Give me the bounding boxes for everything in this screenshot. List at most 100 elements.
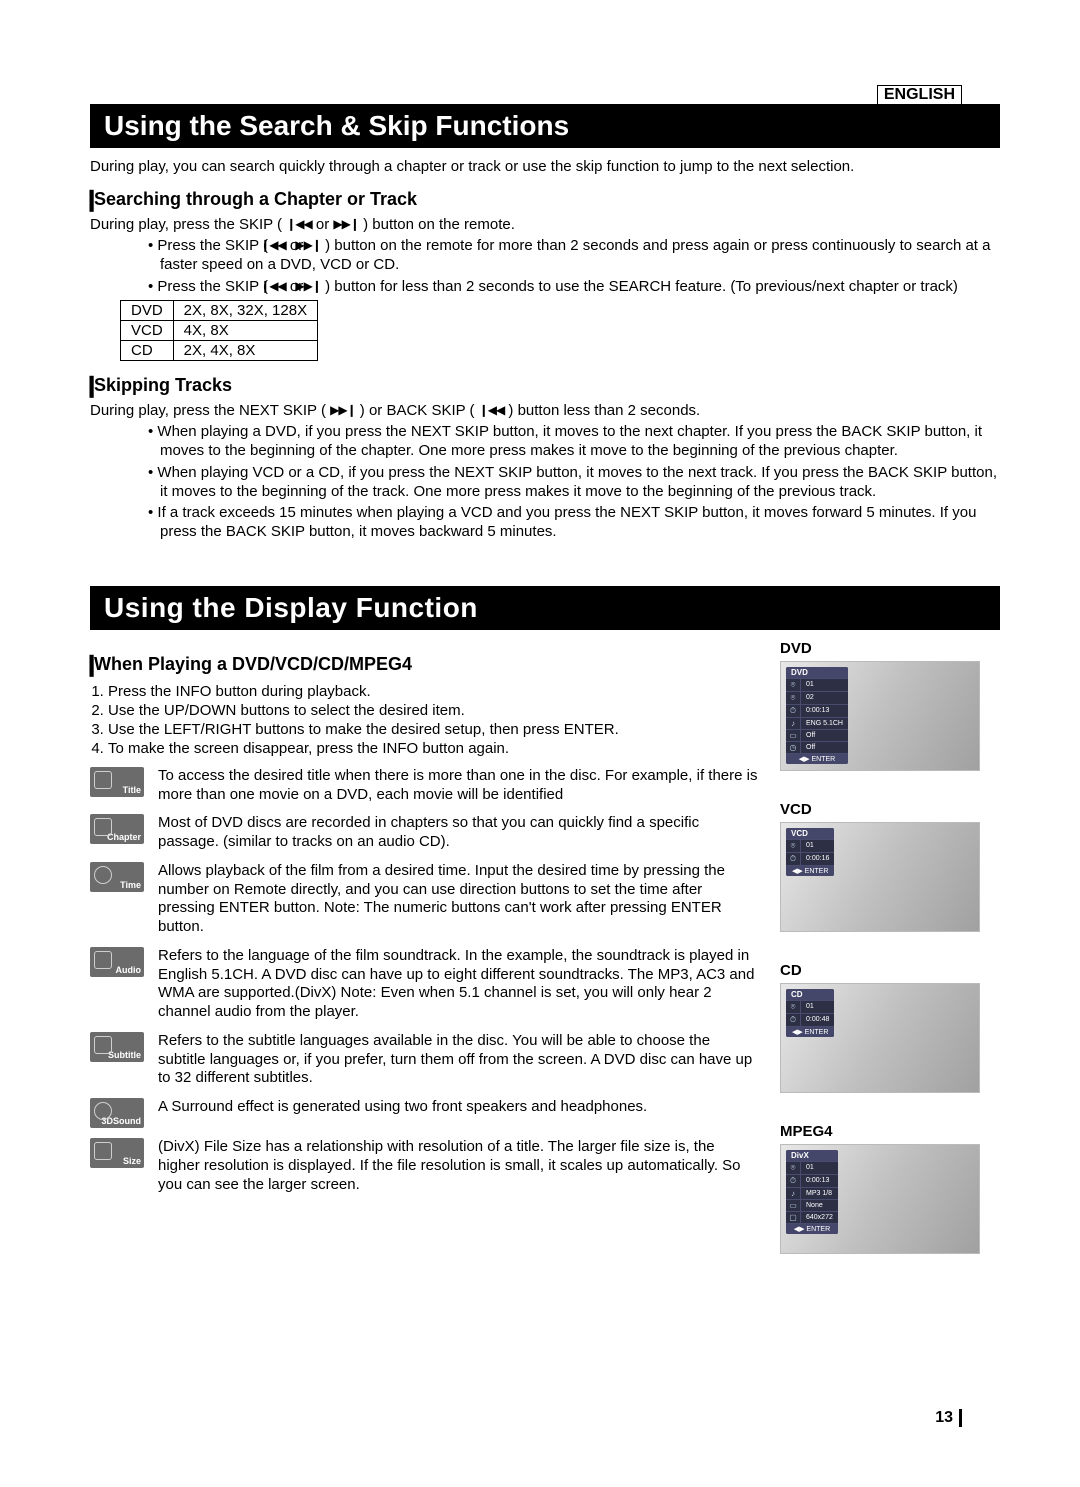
skip-prev-icon: ❙◀◀ [479, 403, 505, 417]
table-row: VCD4X, 8X [121, 321, 318, 341]
osd-footer: ◀▶ ENTER [786, 753, 848, 764]
audio-icon: Audio [90, 947, 144, 977]
def-text: Allows playback of the film from a desir… [158, 862, 760, 937]
skip-prev-icon: ❙◀◀ [272, 238, 286, 253]
osd-panel: CD ⌾01 ⏱0:00:48 ◀▶ ENTER [786, 989, 834, 1037]
def-text: Refers to the language of the film sound… [158, 947, 760, 1022]
osd-title: VCD [780, 801, 1000, 818]
cell: 4X, 8X [173, 321, 317, 341]
skip-next-icon: ▶▶❙ [307, 279, 321, 294]
subheading-skipping: ▎Skipping Tracks [90, 375, 1000, 398]
osd-row-val: 0:00:48 [801, 1015, 834, 1024]
def-text: Refers to the subtitle languages availab… [158, 1032, 760, 1088]
osd-screenshot: VCD ⌾01 ⏱0:00:16 ◀▶ ENTER [780, 822, 980, 932]
osd-cd: CD CD ⌾01 ⏱0:00:48 ◀▶ ENTER [780, 962, 1000, 1093]
size-icon: Size [90, 1138, 144, 1168]
def-text: (DivX) File Size has a relationship with… [158, 1138, 760, 1194]
search-line-a: During play, press the SKIP ( [90, 216, 282, 233]
search-line: During play, press the SKIP ( ❙◀◀ or ▶▶❙… [90, 216, 1000, 233]
cell: CD [121, 341, 174, 361]
subtitle-icon: Subtitle [90, 1032, 144, 1062]
osd-row-icon: ♪ [786, 1188, 801, 1199]
subheading-skipping-text: Skipping Tracks [94, 375, 232, 395]
osd-row-icon: ⌾ [786, 1162, 801, 1174]
osd-row-val: 640x272 [801, 1213, 838, 1222]
skip-line-a: During play, press the NEXT SKIP ( [90, 402, 326, 419]
osd-header: VCD [786, 828, 834, 839]
icon-label: Chapter [107, 832, 141, 842]
osd-row-val: Off [801, 743, 820, 752]
chapter-icon: Chapter [90, 814, 144, 844]
def-audio: Audio Refers to the language of the film… [90, 947, 760, 1022]
osd-row-icon: ▭ [786, 730, 801, 741]
search-line-mid: or [316, 216, 334, 233]
osd-title: DVD [780, 640, 1000, 657]
osd-row-icon: ♪ [786, 718, 801, 729]
table-row: CD2X, 4X, 8X [121, 341, 318, 361]
osd-screenshot: DVD ⌾01 ⌾02 ⏱0:00:13 ♪ENG 5.1CH ▭Off ◷Of… [780, 661, 980, 771]
b2c: ) button for less than 2 seconds to use … [325, 278, 958, 295]
skip-next-icon: ▶▶❙ [307, 238, 321, 253]
skip-next-icon: ▶▶❙ [333, 217, 359, 231]
osd-screenshot: CD ⌾01 ⏱0:00:48 ◀▶ ENTER [780, 983, 980, 1093]
manual-page: ENGLISH Using the Search & Skip Function… [0, 0, 1080, 1487]
skip-bullets: When playing a DVD, if you press the NEX… [120, 423, 1000, 542]
osd-panel: DVD ⌾01 ⌾02 ⏱0:00:13 ♪ENG 5.1CH ▭Off ◷Of… [786, 667, 848, 764]
def-text: A Surround effect is generated using two… [158, 1098, 647, 1117]
skip-prev-icon: ❙◀◀ [286, 217, 312, 231]
table-row: DVD2X, 8X, 32X, 128X [121, 301, 318, 321]
osd-row-icon: ⌾ [786, 840, 801, 852]
osd-row-val: ENG 5.1CH [801, 719, 848, 728]
osd-row-icon: ◷ [786, 742, 801, 753]
speed-table: DVD2X, 8X, 32X, 128X VCD4X, 8X CD2X, 4X,… [120, 300, 318, 361]
def-3dsound: 3DSound A Surround effect is generated u… [90, 1098, 760, 1128]
osd-row-icon: ⏱ [786, 1014, 801, 1026]
step: To make the screen disappear, press the … [108, 740, 760, 757]
skip-line-c: ) button less than 2 seconds. [508, 402, 700, 419]
osd-row-val: 01 [801, 1002, 819, 1011]
osd-row-val: 0:00:16 [801, 854, 834, 863]
osd-row-val: None [801, 1201, 828, 1210]
def-text: Most of DVD discs are recorded in chapte… [158, 814, 760, 852]
section-heading-search-skip: Using the Search & Skip Functions [90, 104, 1000, 148]
skip-bullet: When playing VCD or a CD, if you press t… [160, 464, 1000, 502]
osd-row-icon: ⏱ [786, 1175, 801, 1187]
osd-row-val: 02 [801, 693, 819, 702]
cell: VCD [121, 321, 174, 341]
icon-label: Time [120, 880, 141, 890]
section1-intro: During play, you can search quickly thro… [90, 158, 1000, 175]
osd-panel: DivX ⌾01 ⏱0:00:13 ♪MP3 1/8 ▭None ▢640x27… [786, 1150, 838, 1234]
step: Use the UP/DOWN buttons to select the de… [108, 702, 760, 719]
cell: 2X, 8X, 32X, 128X [173, 301, 317, 321]
osd-footer: ◀▶ ENTER [786, 1223, 838, 1234]
osd-row-icon: ⌾ [786, 692, 801, 704]
osd-row-val: 01 [801, 1163, 819, 1172]
def-size: Size (DivX) File Size has a relationship… [90, 1138, 760, 1194]
icon-label: Size [123, 1156, 141, 1166]
def-time: Time Allows playback of the film from a … [90, 862, 760, 937]
step: Use the LEFT/RIGHT buttons to make the d… [108, 721, 760, 738]
display-right-column: DVD DVD ⌾01 ⌾02 ⏱0:00:13 ♪ENG 5.1CH ▭Off… [780, 640, 1000, 1284]
subheading-when-playing: ▎When Playing a DVD/VCD/CD/MPEG4 [90, 654, 760, 677]
osd-row-val: 01 [801, 841, 819, 850]
b2a: Press the SKIP ( [157, 278, 268, 295]
osd-row-icon: ⌾ [786, 1001, 801, 1013]
def-title: Title To access the desired title when t… [90, 767, 760, 805]
osd-header: DVD [786, 667, 848, 678]
skip-line-b: ) or BACK SKIP ( [360, 402, 475, 419]
display-left-column: ▎When Playing a DVD/VCD/CD/MPEG4 Press t… [90, 640, 760, 1205]
osd-panel: VCD ⌾01 ⏱0:00:16 ◀▶ ENTER [786, 828, 834, 876]
osd-vcd: VCD VCD ⌾01 ⏱0:00:16 ◀▶ ENTER [780, 801, 1000, 932]
page-number: 13 [935, 1409, 962, 1427]
osd-row-val: Off [801, 731, 820, 740]
time-icon: Time [90, 862, 144, 892]
display-steps: Press the INFO button during playback. U… [90, 683, 760, 757]
subheading-searching: ▎Searching through a Chapter or Track [90, 189, 1000, 212]
def-chapter: Chapter Most of DVD discs are recorded i… [90, 814, 760, 852]
osd-row-val: 0:00:13 [801, 1176, 834, 1185]
osd-row-val: 01 [801, 680, 819, 689]
osd-title: CD [780, 962, 1000, 979]
display-two-column: ▎When Playing a DVD/VCD/CD/MPEG4 Press t… [90, 640, 1000, 1284]
icon-label: Audio [116, 965, 142, 975]
osd-footer: ◀▶ ENTER [786, 865, 834, 876]
